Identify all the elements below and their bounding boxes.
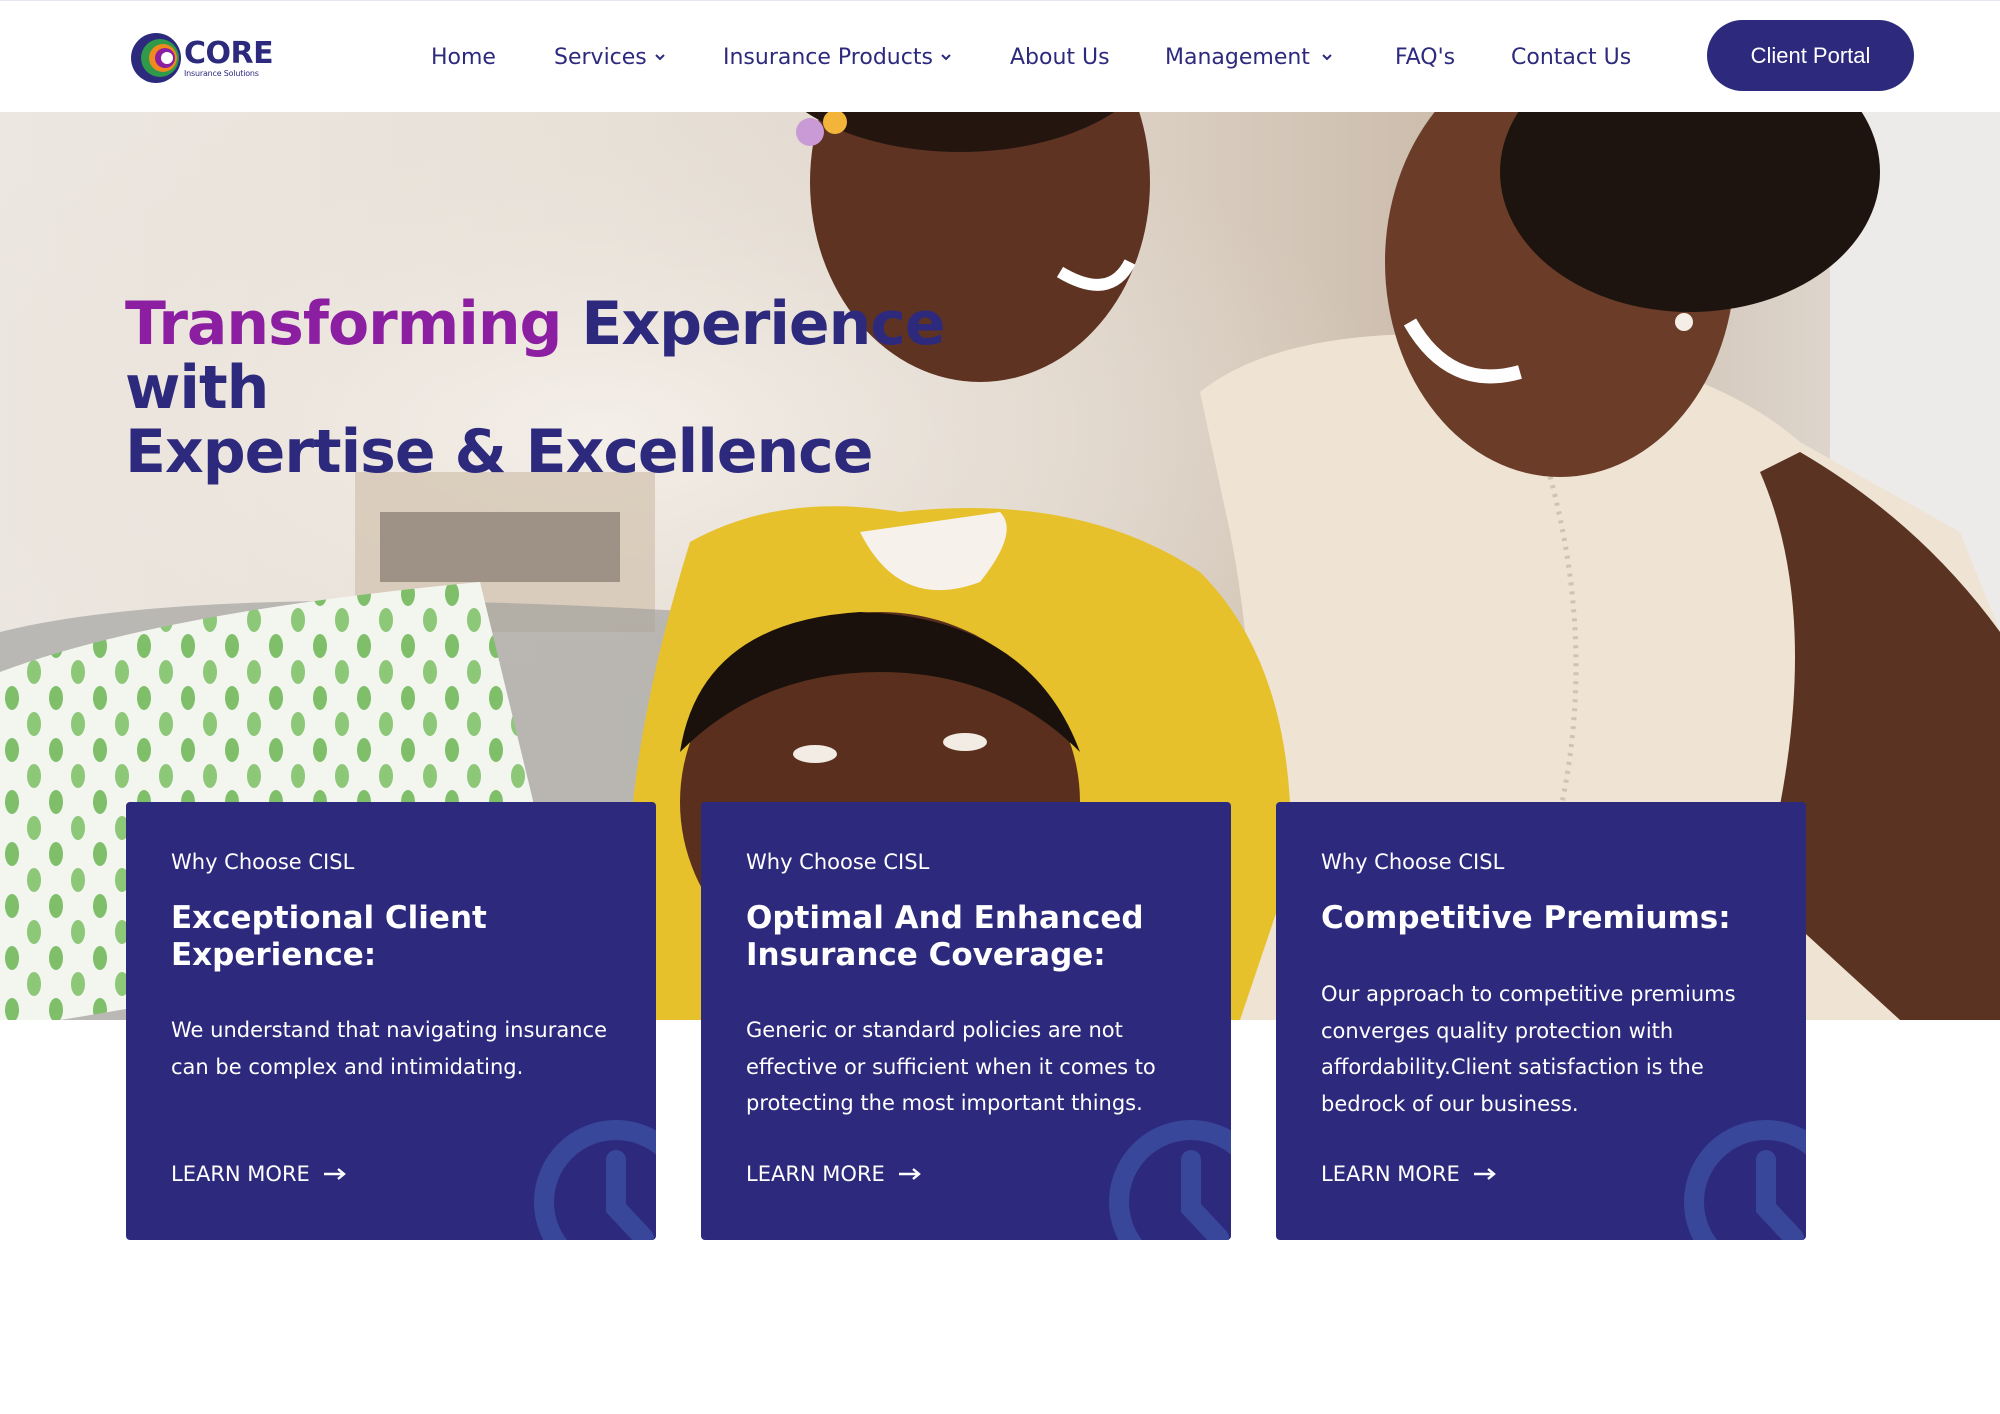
nav-management[interactable]: Management bbox=[1165, 41, 1332, 73]
learn-more-label: LEARN MORE bbox=[746, 1162, 885, 1186]
nav-contact-us-label: Contact Us bbox=[1511, 44, 1632, 70]
card-title: Optimal And Enhanced Insurance Coverage: bbox=[746, 900, 1144, 973]
nav-services-label: Services bbox=[554, 44, 647, 70]
card-eyebrow: Why Choose CISL bbox=[746, 850, 930, 874]
nav-about-us[interactable]: About Us bbox=[1010, 41, 1110, 73]
hero-title: Transforming Experience with Expertise &… bbox=[125, 292, 1025, 484]
nav-management-label: Management bbox=[1165, 44, 1310, 70]
card-title: Exceptional Client Experience: bbox=[171, 900, 487, 973]
nav-contact-us[interactable]: Contact Us bbox=[1511, 41, 1631, 73]
clock-icon bbox=[534, 1120, 656, 1240]
arrow-right-icon bbox=[1473, 1168, 1496, 1180]
feature-card-premiums: Why Choose CISL Competitive Premiums: Ou… bbox=[1276, 802, 1806, 1240]
feature-card-client-experience: Why Choose CISL Exceptional Client Exper… bbox=[126, 802, 656, 1240]
hero-title-accent: Transforming bbox=[125, 289, 563, 359]
nav-insurance-products[interactable]: Insurance Products bbox=[723, 41, 951, 73]
learn-more-link[interactable]: LEARN MORE bbox=[1321, 1162, 1496, 1186]
nav-services[interactable]: Services bbox=[554, 41, 665, 73]
chevron-down-icon bbox=[655, 54, 665, 61]
learn-more-link[interactable]: LEARN MORE bbox=[746, 1162, 921, 1186]
arrow-right-icon bbox=[898, 1168, 921, 1180]
clock-icon bbox=[1684, 1120, 1806, 1240]
feature-card-coverage: Why Choose CISL Optimal And Enhanced Ins… bbox=[701, 802, 1231, 1240]
arrow-right-icon bbox=[323, 1168, 346, 1180]
nav-home[interactable]: Home bbox=[431, 41, 496, 73]
client-portal-button[interactable]: Client Portal bbox=[1707, 20, 1914, 91]
card-description: Generic or standard policies are not eff… bbox=[746, 1018, 1156, 1115]
nav-about-us-label: About Us bbox=[1010, 44, 1110, 70]
card-description: We understand that navigating insurance … bbox=[171, 1018, 608, 1079]
chevron-down-icon bbox=[941, 54, 951, 61]
learn-more-label: LEARN MORE bbox=[1321, 1162, 1460, 1186]
site-header: CORE Insurance Solutions Home Services I… bbox=[0, 0, 2000, 112]
card-title: Competitive Premiums: bbox=[1321, 900, 1731, 936]
nav-home-label: Home bbox=[431, 44, 496, 70]
card-eyebrow: Why Choose CISL bbox=[171, 850, 355, 874]
hero-title-line2: Expertise & Excellence bbox=[125, 417, 873, 487]
nav-faqs-label: FAQ's bbox=[1395, 44, 1456, 70]
card-eyebrow: Why Choose CISL bbox=[1321, 850, 1505, 874]
nav-faqs[interactable]: FAQ's bbox=[1395, 41, 1455, 73]
card-description: Our approach to competitive premiums con… bbox=[1321, 982, 1736, 1116]
nav-insurance-products-label: Insurance Products bbox=[723, 44, 933, 70]
learn-more-link[interactable]: LEARN MORE bbox=[171, 1162, 346, 1186]
clock-icon bbox=[1109, 1120, 1231, 1240]
chevron-down-icon bbox=[1322, 54, 1332, 61]
main-nav: Home Services Insurance Products About U… bbox=[0, 1, 2000, 113]
learn-more-label: LEARN MORE bbox=[171, 1162, 310, 1186]
